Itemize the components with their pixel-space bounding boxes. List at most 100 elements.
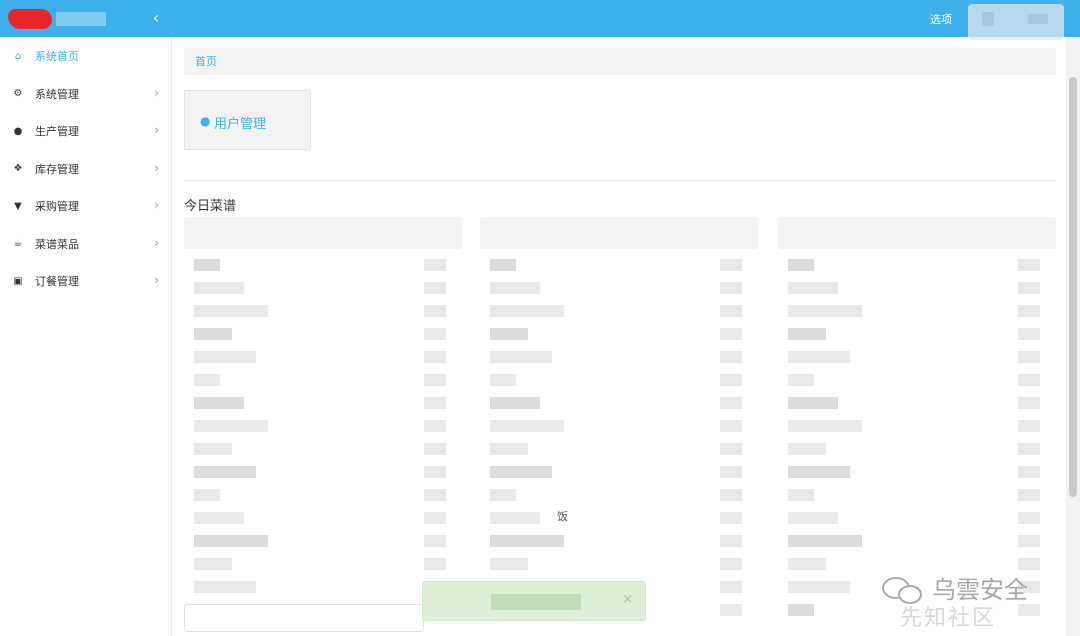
redacted-dish-name: [788, 512, 838, 524]
home-icon: ⌂: [14, 50, 22, 62]
scroll-thumb[interactable]: [1069, 77, 1077, 497]
redacted-dish-price: [720, 558, 742, 570]
redacted-dish-price: [424, 535, 446, 547]
sidebar-item[interactable]: ⌂ 系统首页: [0, 38, 172, 74]
sidebar-item-label: 生产管理: [35, 125, 79, 138]
sidebar-item-label: 库存管理: [35, 162, 79, 176]
close-icon[interactable]: ×: [622, 592, 633, 607]
watermark: 乌雲安全: [880, 570, 1028, 605]
redacted-dish-name: [194, 443, 232, 455]
redacted-dish-price: [720, 512, 742, 524]
redacted-dish-price: [1018, 305, 1040, 317]
redacted-dish-price: [720, 259, 742, 271]
panel-header: [184, 217, 462, 249]
redacted-dish-name: [788, 397, 838, 409]
chevron-right-icon: ›: [154, 160, 159, 175]
redacted-dish-price: [1018, 512, 1040, 524]
redacted-dish-price: [1018, 328, 1040, 340]
sidebar-item[interactable]: ● 生产管理 ›: [0, 113, 172, 149]
redacted-dish-price: [424, 489, 446, 501]
redacted-dish-price: [1018, 420, 1040, 432]
redacted-dish-price: [1018, 466, 1040, 478]
redacted-dish-name: [788, 282, 838, 294]
menu-panel-2: [480, 217, 758, 636]
chevron-right-icon: ›: [154, 198, 159, 212]
redacted-dish-name: [490, 466, 552, 478]
redacted-dish-price: [424, 328, 446, 340]
redacted-dish-name: [194, 328, 232, 340]
sidebar-item[interactable]: ☕ 菜谱菜品 ›: [0, 226, 172, 262]
section-title: 今日菜谱: [184, 199, 237, 214]
scrollbar[interactable]: [1066, 37, 1080, 636]
redacted-dish-price: [720, 282, 742, 294]
redacted-dish-name: [194, 581, 256, 593]
redacted-dish-price: [424, 512, 446, 524]
redacted-dish-name: [490, 420, 564, 432]
sidebar-item-label: 采购管理: [35, 200, 79, 213]
redacted-dish-price: [1018, 351, 1040, 363]
redacted-dish-name: [788, 604, 814, 616]
redacted-dish-price: [424, 466, 446, 478]
redacted-dish-name: [194, 535, 268, 547]
redacted-dish-price: [1018, 489, 1040, 501]
redacted-dish-name: [194, 397, 244, 409]
redacted-dish-price: [720, 420, 742, 432]
sidebar-item-label: 菜谱菜品: [35, 237, 79, 251]
redacted-dish-name: [490, 351, 552, 363]
sidebar-item-label: 系统管理: [35, 87, 79, 101]
redacted-dish-price: [1018, 374, 1040, 386]
redacted-dish-name: [194, 351, 256, 363]
redacted-dish-name: [490, 443, 528, 455]
notification-toast: ×: [422, 581, 646, 621]
redacted-dish-name: [194, 420, 268, 432]
redacted-dish-name: [788, 535, 862, 547]
redacted-dish-name: [490, 489, 516, 501]
redacted-dish-name: [788, 328, 826, 340]
options-menu[interactable]: 选项: [930, 11, 952, 27]
redacted-dish-price: [1018, 443, 1040, 455]
top-bar: ‹ 选项: [0, 0, 1080, 40]
redacted-dish-price: [720, 397, 742, 409]
sidebar-item[interactable]: ❖ 库存管理 ›: [0, 151, 172, 187]
redacted-dish-price: [720, 489, 742, 501]
breadcrumb[interactable]: 首页: [184, 48, 1056, 75]
sidebar-item[interactable]: ▼ 采购管理 ›: [0, 188, 172, 224]
redacted-dish-name: [788, 374, 814, 386]
tile-label: 用户管理: [214, 117, 267, 132]
chevron-right-icon: ›: [154, 235, 159, 250]
collapse-sidebar-button[interactable]: ‹: [148, 8, 164, 28]
redacted-dish-price: [1018, 535, 1040, 547]
redacted-dish-name: [490, 305, 564, 317]
user-avatar-redacted[interactable]: [968, 4, 1064, 40]
redacted-dish-price: [720, 535, 742, 547]
redacted-dish-name: [194, 558, 232, 570]
sidebar: ⌂ 系统首页 ⚙ 系统管理 › ● 生产管理 › ❖ 库存管理 › ▼ 采购管理 › ☕ 菜谱菜品 › ▣ 订餐管理…: [0, 37, 172, 636]
chevron-right-icon: ›: [154, 273, 159, 287]
redacted-dish-price: [720, 374, 742, 386]
redacted-dish-price: [1018, 282, 1040, 294]
input-field[interactable]: [184, 604, 424, 632]
redacted-dish-price: [424, 420, 446, 432]
redacted-dish-price: [1018, 558, 1040, 570]
sidebar-item[interactable]: ⚙ 系统管理 ›: [0, 76, 172, 112]
app-title-redacted: [56, 12, 106, 26]
watermark-text: 乌雲安全: [932, 576, 1028, 604]
redacted-dish-price: [1018, 604, 1040, 616]
redacted-dish-price: [720, 581, 742, 593]
redacted-dish-price: [424, 259, 446, 271]
redacted-dish-name: [490, 512, 540, 524]
toast-message-redacted: [491, 594, 581, 610]
user-management-tile[interactable]: ● 用户管理: [184, 90, 311, 150]
redacted-dish-name: [788, 443, 826, 455]
redacted-dish-name: [194, 466, 256, 478]
redacted-dish-name: [788, 259, 814, 271]
redacted-dish-price: [720, 443, 742, 455]
redacted-dish-name: [194, 305, 268, 317]
redacted-dish-name: [788, 305, 862, 317]
redacted-dish-price: [1018, 259, 1040, 271]
redacted-dish-price: [720, 351, 742, 363]
sidebar-item[interactable]: ▣ 订餐管理 ›: [0, 263, 172, 299]
divider: [184, 180, 1056, 181]
redacted-dish-price: [424, 558, 446, 570]
redacted-dish-name: [788, 558, 826, 570]
